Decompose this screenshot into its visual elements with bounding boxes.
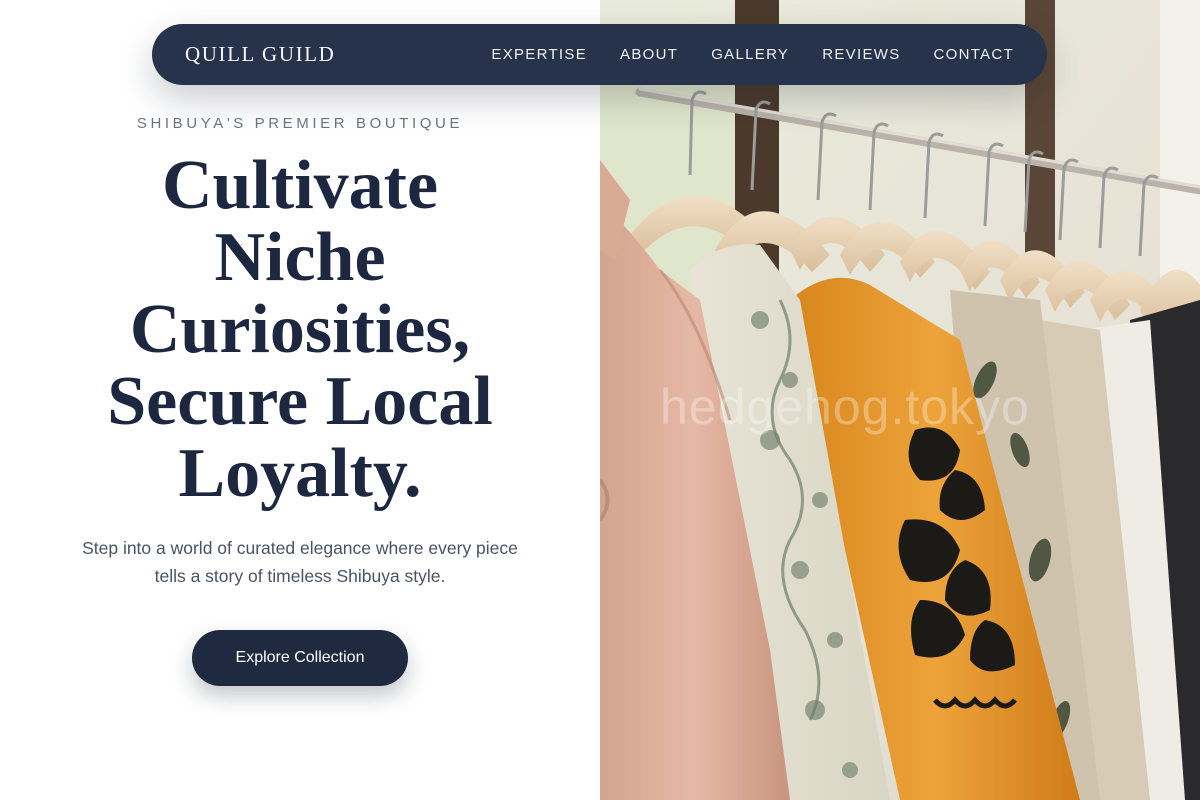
hero-subcopy: Step into a world of curated elegance wh… <box>82 538 518 586</box>
hero-eyebrow: SHIBUYA'S PREMIER BOUTIQUE <box>136 115 464 132</box>
hero-photo: hedgehog.tokyo <box>600 0 1200 800</box>
headline-line-3: Curiosities, <box>129 291 471 368</box>
top-navigation: QUILL GUILD EXPERTISE ABOUT GALLERY REVI… <box>152 24 1047 85</box>
hero-headline: Cultivate Niche Curiosities, Secure Loca… <box>0 150 600 510</box>
photo-watermark: hedgehog.tokyo <box>660 379 1030 435</box>
headline-line-1: Cultivate <box>161 147 439 224</box>
brand-logo[interactable]: QUILL GUILD <box>185 42 335 67</box>
nav-link-about[interactable]: ABOUT <box>620 46 678 63</box>
headline-line-4: Secure Local <box>107 363 493 440</box>
nav-link-expertise[interactable]: EXPERTISE <box>491 46 587 63</box>
nav-link-reviews[interactable]: REVIEWS <box>822 46 900 63</box>
explore-collection-button[interactable]: Explore Collection <box>192 630 408 686</box>
headline-line-5: Loyalty. <box>178 435 422 512</box>
headline-line-2: Niche <box>214 219 386 296</box>
nav-link-gallery[interactable]: GALLERY <box>711 46 789 63</box>
nav-links: EXPERTISE ABOUT GALLERY REVIEWS CONTACT <box>491 46 1014 63</box>
nav-link-contact[interactable]: CONTACT <box>934 46 1014 63</box>
